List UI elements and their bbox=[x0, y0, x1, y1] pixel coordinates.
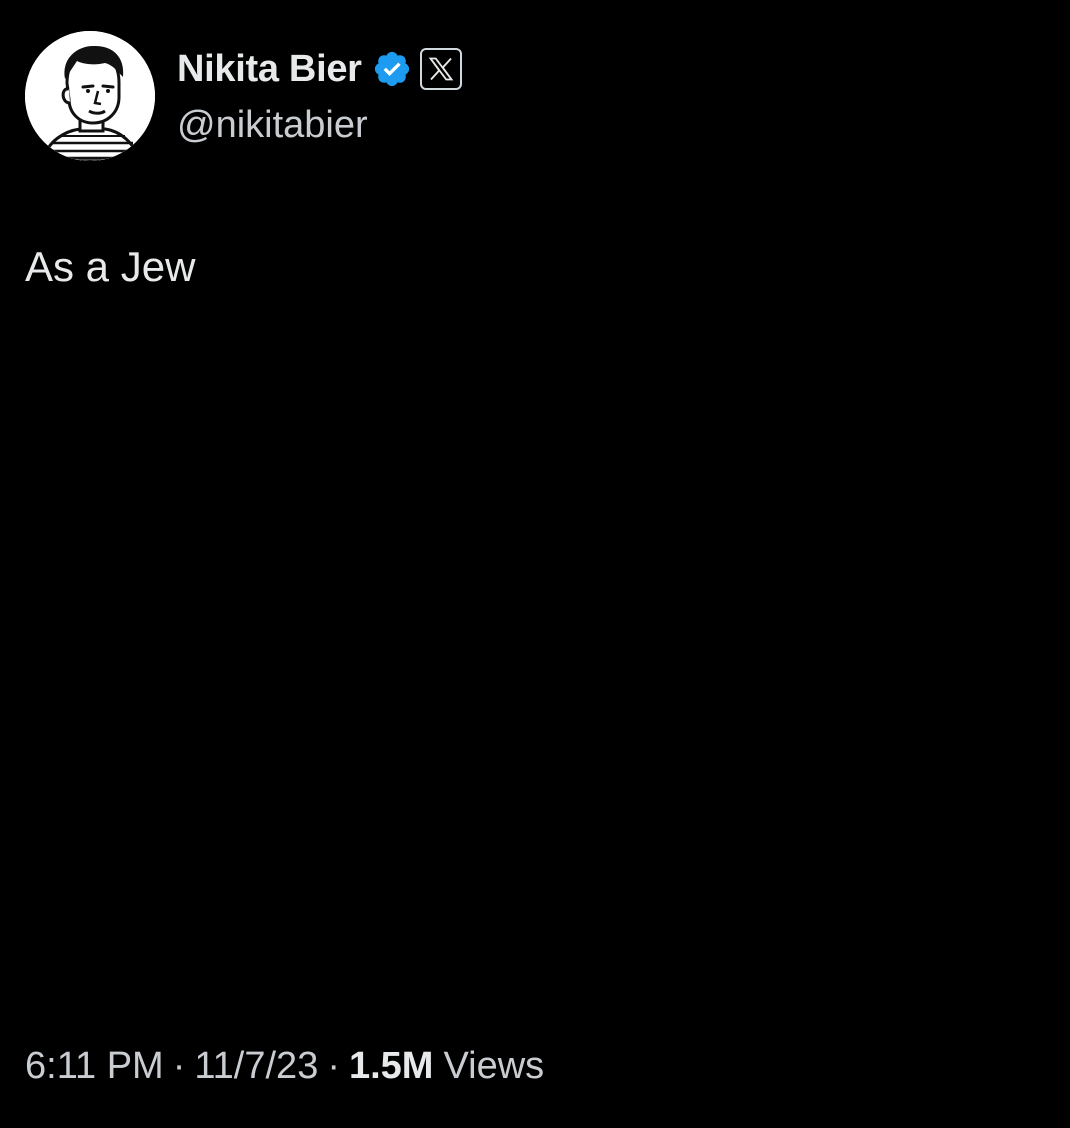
sketch-portrait-icon bbox=[25, 31, 155, 161]
tweet-card: Nikita Bier @nikitabier As a Jew 6:11 PM… bbox=[0, 0, 1070, 1128]
avatar[interactable] bbox=[25, 31, 155, 161]
tweet-meta: 6:11 PM · 11/7/23 · 1.5M Views bbox=[25, 1045, 544, 1088]
views-count[interactable]: 1.5M bbox=[349, 1045, 433, 1088]
author-handle[interactable]: @nikitabier bbox=[177, 104, 368, 147]
views-label[interactable]: Views bbox=[443, 1045, 544, 1088]
meta-separator: · bbox=[172, 1045, 186, 1087]
tweet-date[interactable]: 11/7/23 bbox=[194, 1045, 318, 1088]
x-logo-icon[interactable] bbox=[419, 48, 462, 90]
tweet-text: As a Jew bbox=[25, 243, 196, 290]
tweet-time[interactable]: 6:11 PM bbox=[25, 1045, 164, 1088]
verified-badge-icon[interactable] bbox=[372, 49, 412, 89]
meta-separator: · bbox=[327, 1045, 340, 1087]
author-display-name[interactable]: Nikita Bier bbox=[177, 48, 362, 91]
author-name-row: Nikita Bier bbox=[177, 46, 462, 92]
